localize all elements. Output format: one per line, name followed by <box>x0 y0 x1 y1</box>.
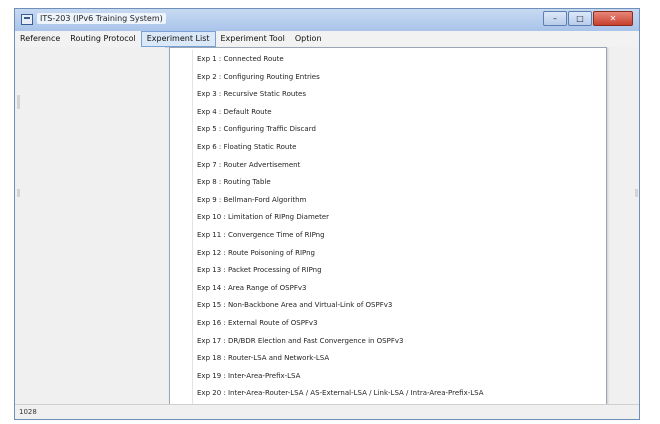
menu-item-exp-6[interactable]: Exp 6 : Floating Static Route <box>170 139 606 157</box>
window-title: ITS-203 (IPv6 Training System) <box>37 13 166 25</box>
menu-item-exp-19[interactable]: Exp 19 : Inter-Area-Prefix-LSA <box>170 368 606 386</box>
experiment-list: Exp 1 : Connected Route Exp 2 : Configur… <box>170 48 606 403</box>
menu-reference[interactable]: Reference <box>15 32 65 46</box>
status-bar: 1028 <box>15 404 639 419</box>
window-controls: – □ ✕ <box>543 11 633 26</box>
menu-item-exp-3[interactable]: Exp 3 : Recursive Static Routes <box>170 86 606 104</box>
app-window: ITS-203 (IPv6 Training System) – □ ✕ Ref… <box>14 8 640 420</box>
menu-item-exp-13[interactable]: Exp 13 : Packet Processing of RIPng <box>170 262 606 280</box>
menu-item-exp-7[interactable]: Exp 7 : Router Advertisement <box>170 157 606 175</box>
menu-item-exp-12[interactable]: Exp 12 : Route Poisoning of RIPng <box>170 245 606 263</box>
menu-item-exp-20[interactable]: Exp 20 : Inter-Area-Router-LSA / AS-Exte… <box>170 385 606 403</box>
experiment-list-dropdown: Exp 1 : Connected Route Exp 2 : Configur… <box>169 47 607 409</box>
menu-item-exp-15[interactable]: Exp 15 : Non-Backbone Area and Virtual-L… <box>170 297 606 315</box>
menu-item-exp-8[interactable]: Exp 8 : Routing Table <box>170 174 606 192</box>
app-icon <box>21 14 33 25</box>
menu-bar: Reference Routing Protocol Experiment Li… <box>15 31 639 48</box>
menu-item-exp-14[interactable]: Exp 14 : Area Range of OSPFv3 <box>170 280 606 298</box>
menu-item-exp-2[interactable]: Exp 2 : Configuring Routing Entries <box>170 69 606 87</box>
menu-item-exp-9[interactable]: Exp 9 : Bellman-Ford Algorithm <box>170 192 606 210</box>
status-text: 1028 <box>19 408 37 416</box>
maximize-button[interactable]: □ <box>568 11 592 26</box>
menu-item-exp-16[interactable]: Exp 16 : External Route of OSPFv3 <box>170 315 606 333</box>
menu-item-exp-4[interactable]: Exp 4 : Default Route <box>170 104 606 122</box>
menu-item-exp-17[interactable]: Exp 17 : DR/BDR Election and Fast Conver… <box>170 333 606 351</box>
menu-item-exp-1[interactable]: Exp 1 : Connected Route <box>170 51 606 69</box>
menu-experiment-tool[interactable]: Experiment Tool <box>216 32 290 46</box>
menu-item-exp-11[interactable]: Exp 11 : Convergence Time of RIPng <box>170 227 606 245</box>
menu-routing-protocol[interactable]: Routing Protocol <box>65 32 140 46</box>
window-title-label: ITS-203 (IPv6 Training System) <box>37 13 166 24</box>
right-scroll-marker[interactable] <box>635 189 638 197</box>
left-scroll-marker-lower[interactable] <box>17 189 20 197</box>
close-button[interactable]: ✕ <box>593 11 633 26</box>
menu-item-exp-18[interactable]: Exp 18 : Router-LSA and Network-LSA <box>170 350 606 368</box>
minimize-button[interactable]: – <box>543 11 567 26</box>
left-scroll-marker[interactable] <box>17 95 20 109</box>
menu-experiment-list[interactable]: Experiment List <box>140 31 216 47</box>
title-bar[interactable]: ITS-203 (IPv6 Training System) – □ ✕ <box>15 9 639 31</box>
menu-item-exp-5[interactable]: Exp 5 : Configuring Traffic Discard <box>170 121 606 139</box>
right-pane <box>607 47 639 405</box>
menu-option[interactable]: Option <box>290 32 327 46</box>
left-pane <box>15 47 165 405</box>
menu-item-exp-10[interactable]: Exp 10 : Limitation of RIPng Diameter <box>170 209 606 227</box>
